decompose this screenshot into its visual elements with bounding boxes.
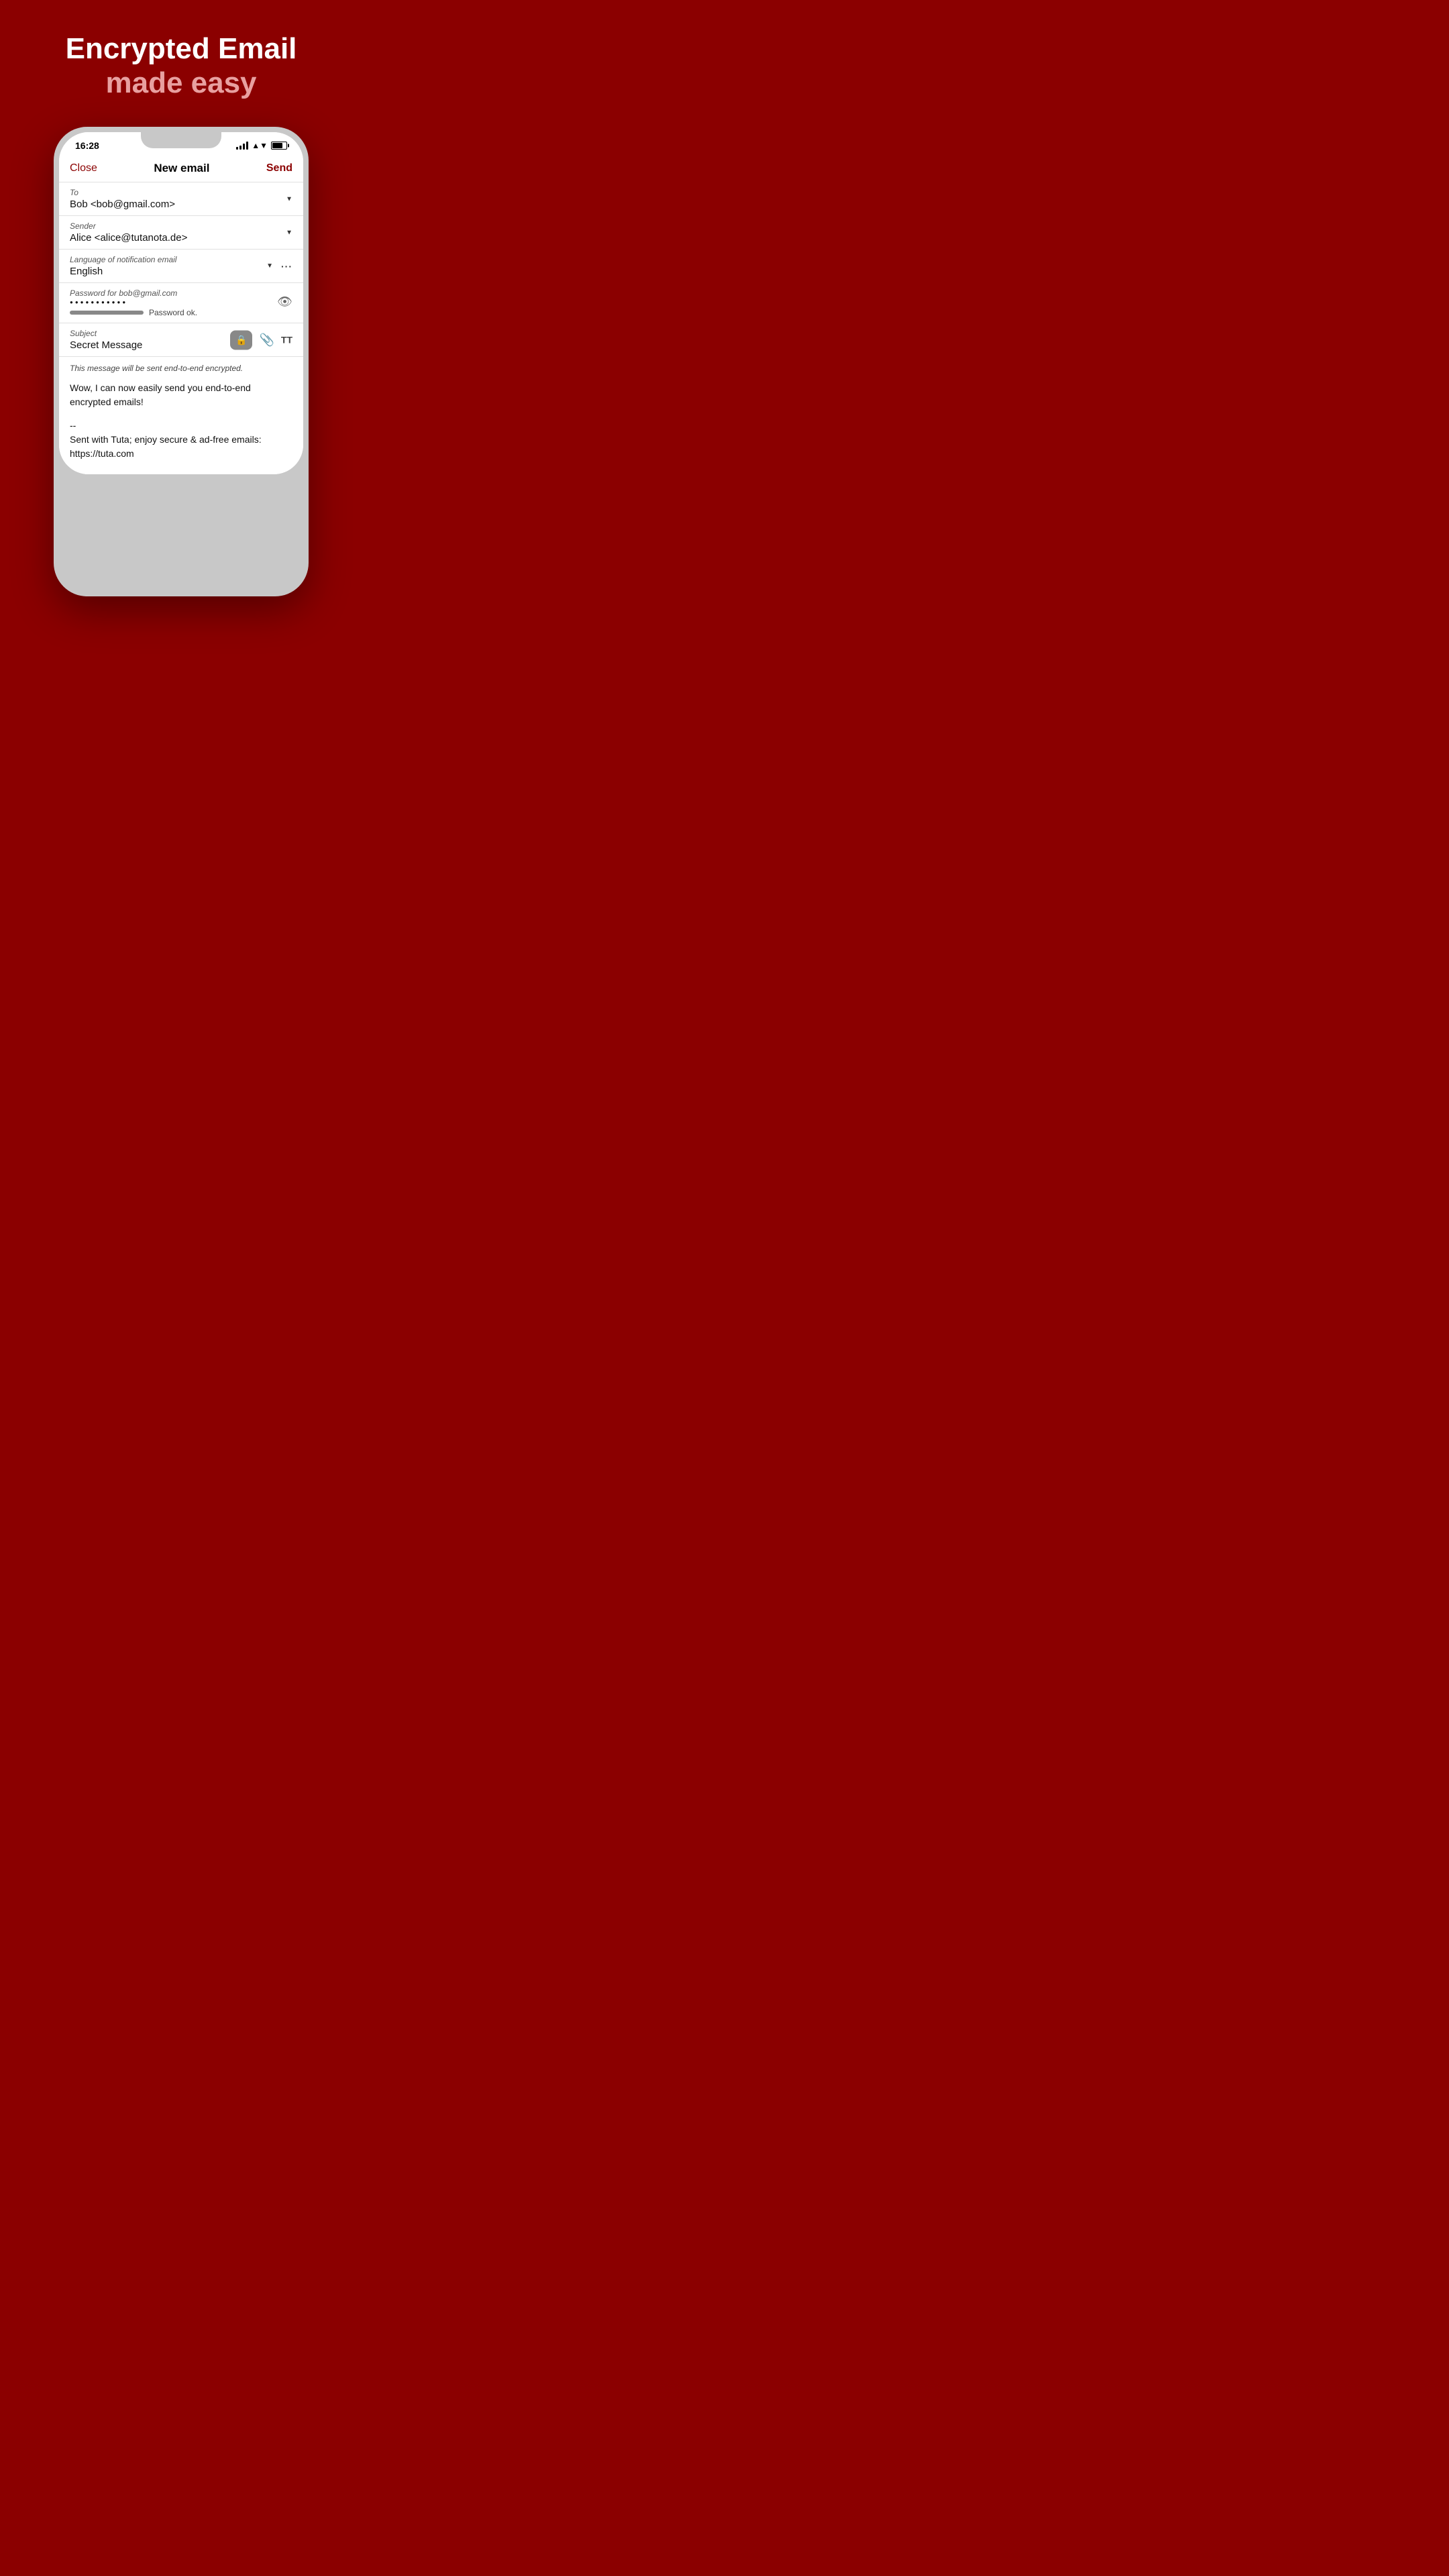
strength-bar [70, 311, 144, 315]
status-icons: ▲▼ [236, 141, 287, 150]
password-toggle-icon[interactable]: 👁 [277, 294, 292, 309]
sender-dropdown-icon[interactable]: ▼ [286, 229, 292, 236]
battery-fill [272, 143, 282, 148]
to-value: Bob <bob@gmail.com> [70, 199, 292, 210]
hero-subtitle: made easy [66, 66, 297, 101]
send-button[interactable]: Send [266, 162, 292, 174]
to-label: To [70, 188, 292, 197]
notch [141, 132, 221, 148]
phone-frame: 16:28 ▲▼ Close New email Send [54, 127, 309, 596]
status-bar: 16:28 ▲▼ [59, 132, 303, 155]
password-field[interactable]: Password for bob@gmail.com ●●●●●●●●●●● P… [59, 283, 303, 323]
email-form: To Bob <bob@gmail.com> ▼ Sender Alice <a… [59, 182, 303, 474]
hero-title: Encrypted Email [66, 32, 297, 66]
email-body: This message will be sent end-to-end enc… [59, 357, 303, 474]
attach-icon[interactable]: 📎 [259, 333, 274, 347]
sender-label: Sender [70, 221, 292, 231]
encryption-note: This message will be sent end-to-end enc… [70, 364, 292, 373]
password-strength-row: Password ok. [70, 308, 292, 317]
language-label: Language of notification email [70, 255, 292, 264]
language-more-icon[interactable]: ··· [281, 261, 292, 272]
signal-bars-icon [236, 142, 248, 150]
language-field[interactable]: Language of notification email English ▼… [59, 250, 303, 283]
sender-field[interactable]: Sender Alice <alice@tutanota.de> ▼ [59, 216, 303, 250]
language-field-actions: ▼ ··· [266, 261, 292, 272]
subject-actions: 🔒 📎 TT [230, 330, 292, 350]
language-dropdown-icon[interactable]: ▼ [266, 262, 273, 270]
phone-screen: 16:28 ▲▼ Close New email Send [59, 132, 303, 474]
subject-field[interactable]: Subject Secret Message 🔒 📎 TT [59, 323, 303, 357]
font-size-icon[interactable]: TT [281, 335, 292, 345]
lock-button[interactable]: 🔒 [230, 330, 252, 350]
email-nav-bar: Close New email Send [59, 155, 303, 182]
body-signature: --Sent with Tuta; enjoy secure & ad-free… [70, 419, 292, 461]
phone-wrapper: 16:28 ▲▼ Close New email Send [0, 120, 362, 644]
signature-text: --Sent with Tuta; enjoy secure & ad-free… [70, 420, 262, 459]
body-message[interactable]: Wow, I can now easily send you end-to-en… [70, 381, 292, 409]
to-dropdown-icon[interactable]: ▼ [286, 195, 292, 203]
hero-section: Encrypted Email made easy [46, 0, 317, 120]
password-label: Password for bob@gmail.com [70, 288, 292, 298]
language-value: English [70, 266, 292, 277]
lock-icon: 🔒 [235, 334, 247, 345]
strength-label: Password ok. [149, 308, 197, 317]
sender-value: Alice <alice@tutanota.de> [70, 232, 292, 244]
wifi-icon: ▲▼ [252, 141, 268, 150]
to-field[interactable]: To Bob <bob@gmail.com> ▼ [59, 182, 303, 216]
battery-icon [271, 142, 287, 150]
compose-title: New email [154, 162, 209, 175]
close-button[interactable]: Close [70, 162, 97, 174]
status-time: 16:28 [75, 140, 99, 151]
password-dots: ●●●●●●●●●●● [70, 299, 292, 305]
